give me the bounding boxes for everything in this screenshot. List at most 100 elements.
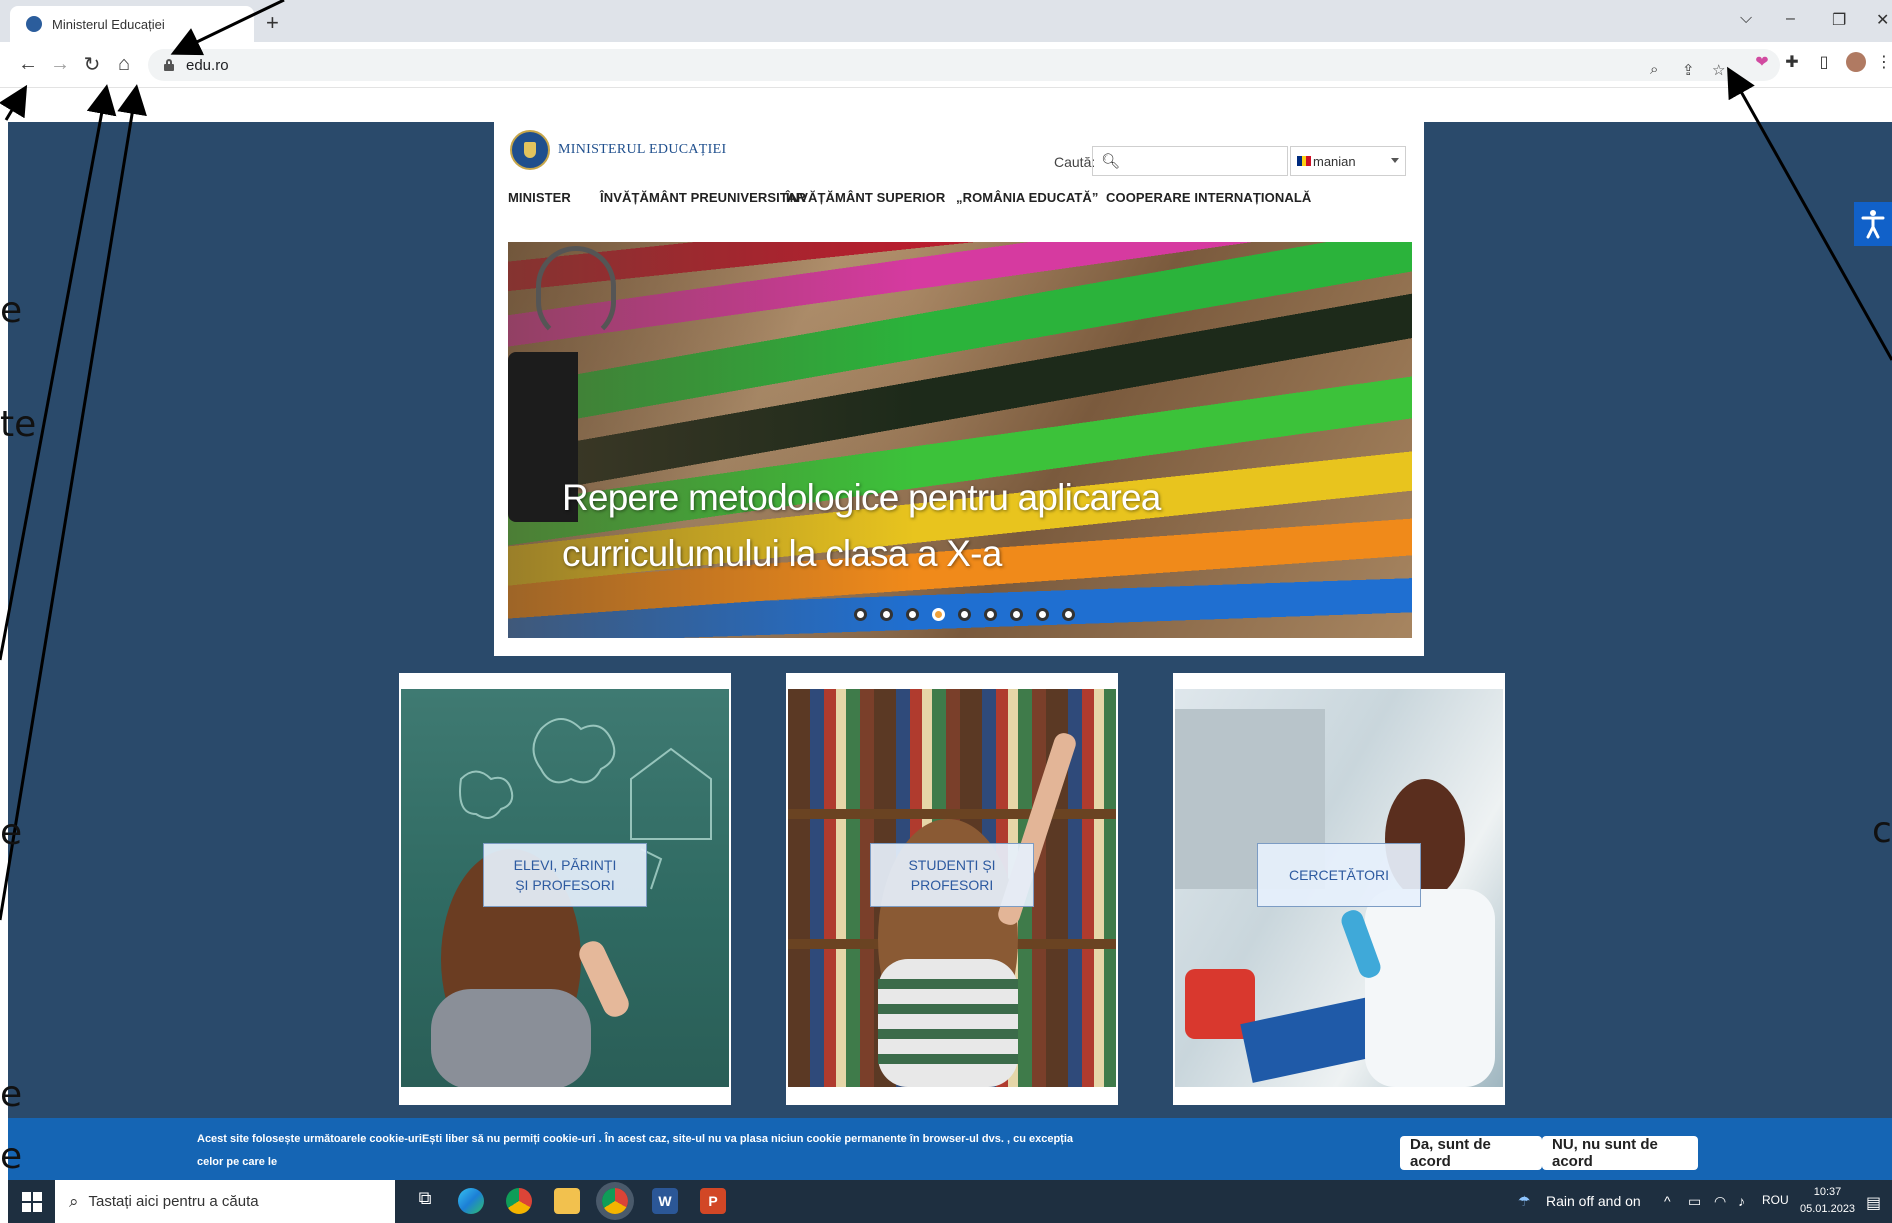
home-icon[interactable]: ⌂ <box>110 50 138 78</box>
sidepanel-icon[interactable]: ▯ <box>1814 52 1834 72</box>
card-label-cercetatori[interactable]: CERCETĂTORI <box>1257 843 1421 907</box>
slider-dot[interactable] <box>1010 608 1023 621</box>
menu-icon[interactable]: ⋮ <box>1874 52 1892 72</box>
nav-item-preuniversitar[interactable]: ÎNVĂȚĂMÂNT PREUNIVERSITAR <box>600 190 806 205</box>
tab-strip: Ministerul Educației + ⌵ – ❐ ✕ <box>0 0 1892 42</box>
new-tab-button[interactable]: + <box>266 10 279 36</box>
accessibility-figure-icon <box>1861 210 1885 239</box>
nav-item-cooperare[interactable]: COOPERARE INTERNAȚIONALĂ <box>1106 190 1311 205</box>
minimize-icon[interactable]: – <box>1786 10 1795 28</box>
chrome-active-icon[interactable] <box>602 1188 628 1214</box>
share-icon[interactable]: ⇪ <box>1682 61 1695 79</box>
main-navigation: MINISTER ÎNVĂȚĂMÂNT PREUNIVERSITAR ÎNVĂȚ… <box>508 190 1412 212</box>
windows-start-icon[interactable] <box>22 1192 42 1212</box>
slider-dot[interactable] <box>958 608 971 621</box>
weather-icon[interactable]: ☂ <box>1518 1193 1531 1210</box>
hero-caption-line2: curriculumului la clasa a X-a <box>562 533 1002 574</box>
nav-item-superior[interactable]: ÎNVĂȚĂMÂNT SUPERIOR <box>786 190 945 205</box>
cookie-consent-bar: Acest site folosește următoarele cookie-… <box>8 1118 1892 1191</box>
overlay-edge-text: te <box>0 404 37 445</box>
wifi-icon[interactable]: ◠ <box>1714 1193 1726 1210</box>
site-header-panel: MINISTERUL EDUCAȚIEI Caută: 🔍︎ manian MI… <box>494 122 1424 656</box>
card-label-line1: ELEVI, PĂRINȚI <box>513 857 617 873</box>
hero-slider[interactable]: Repere metodologice pentru aplicarea cur… <box>508 242 1412 638</box>
arrow-to-back <box>0 84 28 121</box>
extension-icon[interactable]: ❤ <box>1752 52 1772 72</box>
language-value: manian <box>1313 153 1356 169</box>
zoom-icon[interactable]: ⌕ <box>1650 61 1658 78</box>
chrome-icon[interactable] <box>506 1188 532 1214</box>
search-input[interactable] <box>1126 153 1287 169</box>
site-logo[interactable]: MINISTERUL EDUCAȚIEI <box>510 130 726 170</box>
card-label-line2: PROFESORI <box>910 877 994 893</box>
explorer-icon[interactable] <box>554 1188 580 1214</box>
lock-icon[interactable] <box>164 59 174 71</box>
battery-icon[interactable]: ▭ <box>1688 1193 1701 1210</box>
paperclip-shape <box>536 246 616 342</box>
weather-text[interactable]: Rain off and on <box>1546 1193 1641 1209</box>
card-elevi[interactable]: ELEVI, PĂRINȚI ȘI PROFESORI <box>399 673 731 1105</box>
accessibility-icon[interactable] <box>1854 202 1892 246</box>
slider-dot[interactable] <box>984 608 997 621</box>
hero-caption-line1: Repere metodologice pentru aplicarea <box>562 477 1161 518</box>
clock-time: 10:37 <box>1813 1186 1842 1198</box>
taskbar-search-placeholder: Tastați aici pentru a căuta <box>88 1193 259 1210</box>
overlay-edge-text: e <box>0 1074 23 1115</box>
overlay-edge-text: e <box>0 812 23 853</box>
edge-icon[interactable] <box>458 1188 484 1214</box>
search-icon: ⌕ <box>69 1191 79 1211</box>
cookie-decline-button[interactable]: NU, nu sunt de acord <box>1542 1136 1698 1170</box>
taskview-icon[interactable]: ⧉ <box>412 1188 438 1214</box>
extensions-icon[interactable]: ✚ <box>1782 52 1802 72</box>
search-icon: 🔍︎ <box>1101 153 1121 170</box>
card-label-line1: STUDENȚI ȘI <box>908 857 996 873</box>
cookie-text-line1: Acest site folosește următoarele cookie-… <box>197 1133 1073 1168</box>
address-bar[interactable]: edu.ro ⌕ ⇪ ☆ <box>148 49 1780 81</box>
browser-toolbar: ← → ↻ ⌂ edu.ro ⌕ ⇪ ☆ <box>0 42 1892 88</box>
slider-dot[interactable] <box>1036 608 1049 621</box>
romania-flag-icon <box>1297 156 1312 166</box>
card-label-line2: ȘI PROFESORI <box>515 877 615 893</box>
slider-dots <box>854 608 1075 621</box>
card-label-studenti[interactable]: STUDENȚI ȘI PROFESORI <box>870 843 1034 907</box>
clock[interactable]: 10:37 05.01.2023 <box>1800 1184 1855 1218</box>
nav-item-romania-educata[interactable]: „ROMÂNIA EDUCATĂ” <box>956 190 1099 205</box>
language-select[interactable]: manian <box>1290 146 1406 176</box>
overlay-edge-text: c <box>1872 810 1892 851</box>
overlay-edge-text: e <box>0 1136 23 1177</box>
url-text: edu.ro <box>186 56 229 74</box>
clock-date: 05.01.2023 <box>1800 1203 1856 1215</box>
slider-dot[interactable] <box>880 608 893 621</box>
hero-caption[interactable]: Repere metodologice pentru aplicarea cur… <box>562 470 1282 582</box>
notification-icon[interactable]: ▤ <box>1866 1193 1881 1213</box>
nav-item-minister[interactable]: MINISTER <box>508 190 571 205</box>
input-language[interactable]: ROU <box>1762 1193 1789 1207</box>
slider-dot[interactable] <box>1062 608 1075 621</box>
restore-icon[interactable]: ❐ <box>1832 10 1846 30</box>
reload-icon[interactable]: ↻ <box>78 50 106 78</box>
taskbar-search[interactable]: ⌕ Tastați aici pentru a căuta <box>55 1180 395 1223</box>
cookie-accept-button[interactable]: Da, sunt de acord <box>1400 1136 1542 1170</box>
back-icon[interactable]: ← <box>14 50 42 78</box>
card-studenti[interactable]: STUDENȚI ȘI PROFESORI <box>786 673 1118 1105</box>
card-label-line1: CERCETĂTORI <box>1288 867 1390 883</box>
search-label: Caută: <box>1054 154 1096 170</box>
card-label-elevi[interactable]: ELEVI, PĂRINȚI ȘI PROFESORI <box>483 843 647 907</box>
star-icon[interactable]: ☆ <box>1712 61 1725 79</box>
close-icon[interactable]: ✕ <box>1876 10 1889 30</box>
slider-dot[interactable] <box>906 608 919 621</box>
powerpoint-icon[interactable]: P <box>700 1188 726 1214</box>
tab-search-chevron-icon[interactable]: ⌵ <box>1740 10 1752 28</box>
slider-dot[interactable] <box>854 608 867 621</box>
avatar[interactable] <box>1846 52 1866 72</box>
forward-icon[interactable]: → <box>46 50 74 78</box>
volume-icon[interactable]: ♪ <box>1738 1193 1745 1209</box>
word-icon[interactable]: W <box>652 1188 678 1214</box>
slider-dot-active[interactable] <box>932 608 945 621</box>
windows-taskbar: ⌕ Tastați aici pentru a căuta ⧉ W P ☂ Ra… <box>8 1180 1892 1223</box>
card-cercetatori[interactable]: CERCETĂTORI <box>1173 673 1505 1105</box>
browser-tab[interactable]: Ministerul Educației <box>10 6 254 42</box>
search-box[interactable]: 🔍︎ <box>1092 146 1288 176</box>
tray-chevron-icon[interactable]: ^ <box>1664 1193 1671 1209</box>
logo-text: MINISTERUL EDUCAȚIEI <box>558 142 727 157</box>
